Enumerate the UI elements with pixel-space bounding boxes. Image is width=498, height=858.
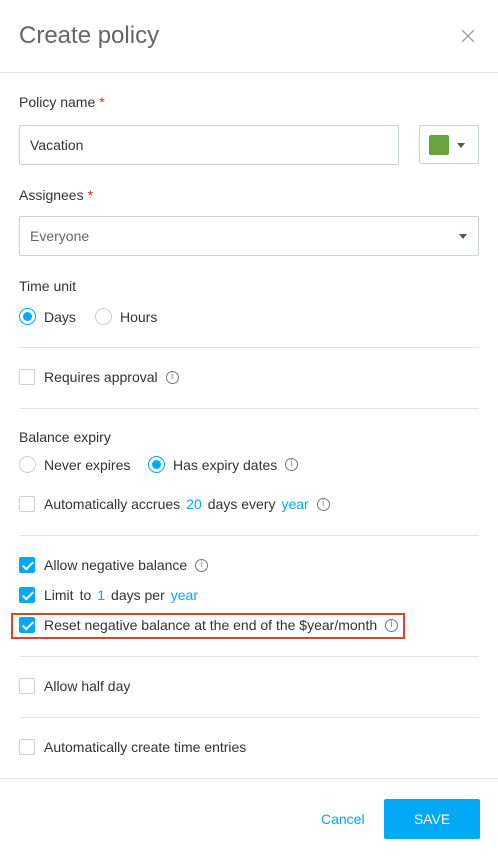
allow-half-day-checkbox[interactable]: Allow half day <box>19 678 130 694</box>
limit-middle: days per <box>111 587 165 603</box>
limit-prefix: Limit <box>44 587 74 603</box>
radio-button[interactable] <box>148 456 165 473</box>
assignees-value: Everyone <box>30 228 90 244</box>
info-icon[interactable]: i <box>285 458 299 471</box>
accrue-middle: days every <box>207 496 276 512</box>
info-icon[interactable]: i <box>195 558 209 572</box>
checkbox[interactable] <box>19 587 35 603</box>
balance-expiry-label: Balance expiry <box>19 429 111 445</box>
radio-button[interactable] <box>19 308 36 325</box>
divider <box>19 347 479 348</box>
policy-name-label: Policy name * <box>19 94 105 110</box>
divider <box>19 717 479 718</box>
divider <box>19 408 479 409</box>
checkbox[interactable] <box>19 678 35 694</box>
info-icon[interactable]: i <box>165 370 179 384</box>
required-mark: * <box>99 94 105 110</box>
page-title: Create policy <box>19 22 160 49</box>
chevron-down-icon <box>459 234 467 239</box>
requires-approval-label: Requires approval <box>44 369 158 385</box>
allow-negative-balance-checkbox[interactable]: Allow negative balance i <box>19 557 209 573</box>
auto-accrue-checkbox[interactable]: Automatically accrues 20 days every year… <box>19 496 330 512</box>
radio-hours[interactable]: Hours <box>95 308 157 325</box>
limit-to: to <box>79 587 92 603</box>
save-button[interactable]: SAVE <box>384 799 480 839</box>
accrue-prefix: Automatically accrues <box>44 496 181 512</box>
checkbox[interactable] <box>19 369 35 385</box>
time-unit-label: Time unit <box>19 278 77 294</box>
accrue-period-link[interactable]: year <box>281 496 308 512</box>
create-policy-modal: Create policy Policy name * Vacation Assi… <box>0 0 498 858</box>
policy-name-label-text: Policy name <box>19 94 96 110</box>
info-icon[interactable]: i <box>316 497 330 511</box>
policy-name-input[interactable]: Vacation <box>19 125 399 165</box>
radio-has-expiry-label: Has expiry dates <box>173 456 278 473</box>
color-picker-button[interactable] <box>419 125 479 164</box>
divider <box>19 535 479 536</box>
checkbox[interactable] <box>19 557 35 573</box>
auto-time-entries-checkbox[interactable]: Automatically create time entries <box>19 739 246 755</box>
radio-never-expires-label: Never expires <box>44 456 131 473</box>
checkbox[interactable] <box>19 739 35 755</box>
color-swatch <box>429 135 449 155</box>
policy-name-value: Vacation <box>30 137 84 153</box>
auto-time-entries-label: Automatically create time entries <box>44 739 247 755</box>
radio-hours-label: Hours <box>120 308 158 325</box>
reset-negative-balance-checkbox[interactable]: Reset negative balance at the end of the… <box>19 617 399 633</box>
chevron-down-icon <box>457 143 465 148</box>
radio-button[interactable] <box>19 456 36 473</box>
assignees-label-text: Assignees <box>19 187 84 203</box>
close-icon[interactable] <box>460 28 476 44</box>
radio-button[interactable] <box>95 308 112 325</box>
allow-negative-balance-label: Allow negative balance <box>44 557 188 573</box>
limit-period-link[interactable]: year <box>171 587 198 603</box>
assignees-label: Assignees * <box>19 187 93 203</box>
requires-approval-checkbox[interactable]: Requires approval i <box>19 369 179 385</box>
info-icon[interactable]: i <box>385 618 399 632</box>
radio-days[interactable]: Days <box>19 308 76 325</box>
assignees-select[interactable]: Everyone <box>19 216 479 256</box>
reset-negative-balance-label: Reset negative balance at the end of the… <box>44 617 378 633</box>
modal-header: Create policy <box>0 0 498 73</box>
checkbox[interactable] <box>19 617 35 633</box>
cancel-button[interactable]: Cancel <box>321 811 365 827</box>
allow-half-day-label: Allow half day <box>44 678 131 694</box>
required-mark: * <box>87 187 94 203</box>
limit-checkbox[interactable]: Limit to 1 days per year <box>19 587 198 603</box>
limit-amount-link[interactable]: 1 <box>97 587 105 603</box>
radio-has-expiry-dates[interactable]: Has expiry dates i <box>148 456 299 473</box>
radio-never-expires[interactable]: Never expires <box>19 456 130 473</box>
footer-divider <box>0 778 498 779</box>
divider <box>19 656 479 657</box>
accrue-amount-link[interactable]: 20 <box>186 496 202 512</box>
checkbox[interactable] <box>19 496 35 512</box>
radio-days-label: Days <box>44 308 76 325</box>
